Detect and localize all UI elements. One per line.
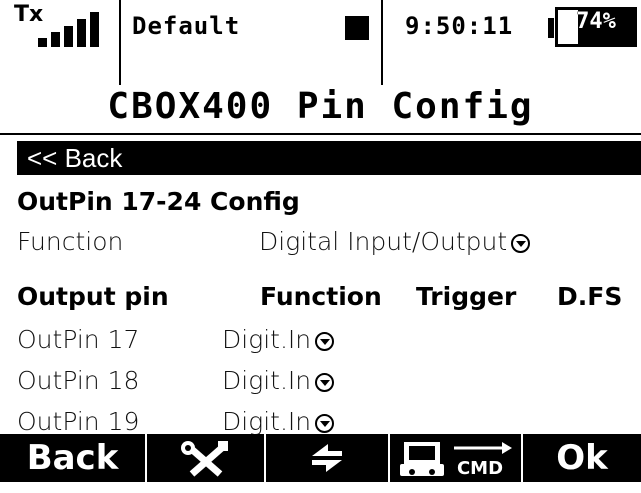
swap-arrows-icon [312,444,342,472]
refresh-softkey[interactable] [266,434,388,482]
output-pin-name: OutPin 17 [17,325,140,354]
signal-bar-3 [64,26,73,47]
tx-label: Tx [14,2,44,27]
model-name: Default [132,12,241,40]
output-pin-name: OutPin 19 [17,407,140,434]
back-softkey[interactable]: Back [0,434,145,482]
title-divider [0,133,641,135]
header-trigger: Trigger [416,282,517,311]
battery-terminal [548,18,554,38]
function-value-select[interactable]: Digital Input/Output [259,222,531,262]
ok-softkey-label: Ok [556,438,608,478]
model-name-cell[interactable]: Default [121,0,383,85]
back-menu-item[interactable]: << Back [17,141,641,175]
settings-softkey[interactable] [147,434,264,482]
pin-function-value: Digit.In [222,325,312,354]
signal-bar-5 [90,12,99,47]
table-row[interactable]: OutPin 18 Digit.In [17,361,632,401]
dropdown-arrow-icon [511,233,531,253]
ok-softkey[interactable]: Ok [523,434,641,482]
table-row[interactable]: OutPin 19 Digit.In [17,402,632,434]
dropdown-arrow-icon [315,331,335,351]
signal-bar-1 [38,38,47,47]
header-output-pin: Output pin [17,282,169,311]
battery-percent: 74% [576,9,616,34]
function-value: Digital Input/Output [259,227,508,256]
clock: 9:50:11 [405,12,514,40]
wrench-screwdriver-icon [180,441,228,477]
pin-function-select[interactable]: Digit.In [222,361,335,401]
back-menu-label: << Back [27,143,123,173]
pin-function-value: Digit.In [222,366,312,395]
function-label: Function [17,227,124,256]
table-header: Output pin Function Trigger D.FS [17,277,632,317]
model-indicator-icon [345,16,369,40]
output-pin-name: OutPin 18 [17,366,140,395]
back-softkey-label: Back [26,438,119,478]
section-title: OutPin 17-24 Config [17,187,300,216]
tx-signal-indicator: Tx [0,0,121,85]
function-row[interactable]: Function Digital Input/Output [17,222,632,262]
cmd-text: CMD [456,458,502,479]
pin-function-select[interactable]: Digit.In [222,320,335,360]
status-bar: Tx Default 9:50:11 74% [0,0,641,85]
dropdown-arrow-icon [315,372,335,392]
device-cmd-icon: CMD [399,442,512,479]
table-row[interactable]: OutPin 17 Digit.In [17,320,632,360]
pin-function-value: Digit.In [222,407,312,434]
cmd-softkey[interactable]: CMD [390,434,521,482]
softkey-bar: Back CMD Ok [0,434,641,482]
dropdown-arrow-icon [315,413,335,433]
time-battery-cell: 9:50:11 74% [383,0,641,85]
page-title: CBOX400 Pin Config [107,86,534,127]
header-function: Function [260,282,382,311]
signal-bar-4 [77,19,86,47]
header-dfs: D.FS [557,282,623,311]
pin-function-select[interactable]: Digit.In [222,402,335,434]
signal-bar-2 [51,32,60,47]
